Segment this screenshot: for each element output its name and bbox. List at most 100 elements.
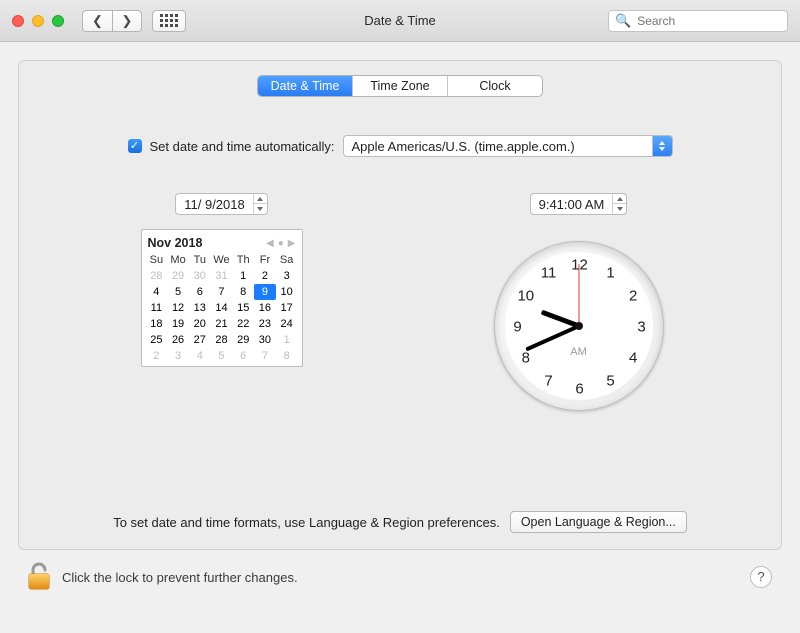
calendar-day[interactable]: 2 — [254, 268, 276, 284]
time-column: 9:41:00 AM AM 121234567891011 — [400, 193, 757, 411]
calendar-day[interactable]: 4 — [146, 284, 168, 300]
calendar-dow: Th — [232, 252, 254, 268]
calendar-day[interactable]: 14 — [211, 300, 233, 316]
calendar-header: Nov 2018 ◀ ● ▶ — [146, 234, 298, 252]
auto-time-label: Set date and time automatically: — [150, 139, 335, 154]
calendar-day[interactable]: 28 — [146, 268, 168, 284]
time-server-value: Apple Americas/U.S. (time.apple.com.) — [352, 139, 575, 154]
zoom-window-button[interactable] — [52, 15, 64, 27]
nav-back-forward: ❮ ❯ — [82, 10, 142, 32]
time-step-down[interactable] — [613, 204, 626, 214]
calendar-day[interactable]: 17 — [276, 300, 298, 316]
clock-number: 7 — [544, 372, 552, 389]
calendar-day[interactable]: 8 — [232, 284, 254, 300]
calendar-day[interactable]: 21 — [211, 316, 233, 332]
calendar-day[interactable]: 7 — [211, 284, 233, 300]
date-step-up[interactable] — [254, 194, 267, 204]
calendar-day[interactable]: 29 — [167, 268, 189, 284]
date-stepper-buttons — [253, 194, 267, 214]
calendar-day[interactable]: 20 — [189, 316, 211, 332]
calendar-dow: Sa — [276, 252, 298, 268]
calendar-prev-icon[interactable]: ◀ — [266, 238, 274, 249]
tab-date-time[interactable]: Date & Time — [258, 76, 353, 96]
clock-pivot — [575, 322, 583, 330]
clock-ampm: AM — [570, 346, 587, 358]
main-panel: Date & Time Time Zone Clock ✓ Set date a… — [18, 60, 782, 550]
calendar-day[interactable]: 23 — [254, 316, 276, 332]
close-window-button[interactable] — [12, 15, 24, 27]
calendar-day[interactable]: 9 — [254, 284, 276, 300]
date-field-value: 11/ 9/2018 — [176, 197, 252, 212]
open-language-region-button[interactable]: Open Language & Region... — [510, 511, 687, 533]
clock-number: 2 — [629, 288, 637, 305]
auto-time-checkbox[interactable]: ✓ — [128, 139, 142, 153]
calendar-day[interactable]: 16 — [254, 300, 276, 316]
calendar-day[interactable]: 27 — [189, 332, 211, 348]
calendar-day[interactable]: 3 — [167, 348, 189, 364]
time-stepper[interactable]: 9:41:00 AM — [530, 193, 628, 215]
minimize-window-button[interactable] — [32, 15, 44, 27]
calendar-day[interactable]: 25 — [146, 332, 168, 348]
calendar-day[interactable]: 30 — [254, 332, 276, 348]
clock-number: 5 — [606, 372, 614, 389]
date-stepper[interactable]: 11/ 9/2018 — [175, 193, 267, 215]
search-input[interactable] — [635, 13, 781, 29]
calendar-day[interactable]: 24 — [276, 316, 298, 332]
calendar-day[interactable]: 8 — [276, 348, 298, 364]
footer: Click the lock to prevent further change… — [0, 550, 800, 592]
calendar-day[interactable]: 28 — [211, 332, 233, 348]
clock-number: 11 — [541, 265, 557, 282]
formats-row: To set date and time formats, use Langua… — [43, 511, 757, 533]
traffic-lights — [12, 15, 64, 27]
calendar-day[interactable]: 31 — [211, 268, 233, 284]
clock-number: 9 — [513, 319, 521, 336]
formats-hint: To set date and time formats, use Langua… — [113, 515, 500, 530]
calendar-day[interactable]: 6 — [189, 284, 211, 300]
dropdown-arrow-icon — [652, 136, 672, 156]
calendar-day[interactable]: 13 — [189, 300, 211, 316]
calendar-day[interactable]: 6 — [232, 348, 254, 364]
calendar-day[interactable]: 5 — [167, 284, 189, 300]
chevron-right-icon: ❯ — [122, 13, 133, 29]
calendar-day[interactable]: 10 — [276, 284, 298, 300]
calendar-day[interactable]: 11 — [146, 300, 168, 316]
lock-icon[interactable] — [26, 562, 52, 592]
show-all-prefs-button[interactable] — [152, 10, 186, 32]
help-button[interactable]: ? — [750, 566, 772, 588]
calendar-day[interactable]: 3 — [276, 268, 298, 284]
back-button[interactable]: ❮ — [82, 10, 112, 32]
calendar-day[interactable]: 26 — [167, 332, 189, 348]
calendar-grid: SuMoTuWeThFrSa28293031123456789101112131… — [146, 252, 298, 364]
calendar-day[interactable]: 4 — [189, 348, 211, 364]
tab-time-zone[interactable]: Time Zone — [353, 76, 448, 96]
calendar-day[interactable]: 29 — [232, 332, 254, 348]
chevron-left-icon: ❮ — [92, 13, 103, 29]
calendar-next-icon[interactable]: ▶ — [288, 238, 296, 249]
calendar-day[interactable]: 19 — [167, 316, 189, 332]
calendar-day[interactable]: 7 — [254, 348, 276, 364]
calendar-day[interactable]: 22 — [232, 316, 254, 332]
calendar-day[interactable]: 12 — [167, 300, 189, 316]
calendar-day[interactable]: 15 — [232, 300, 254, 316]
calendar-today-icon[interactable]: ● — [278, 238, 284, 249]
clock-number: 6 — [575, 381, 583, 398]
calendar-day[interactable]: 1 — [232, 268, 254, 284]
clock-number: 10 — [517, 288, 534, 305]
date-column: 11/ 9/2018 Nov 2018 ◀ ● ▶ SuMoTuWeThFrSa… — [43, 193, 400, 411]
calendar-day[interactable]: 2 — [146, 348, 168, 364]
forward-button[interactable]: ❯ — [112, 10, 142, 32]
search-field-wrap[interactable]: 🔍 — [608, 10, 788, 32]
clock-number: 8 — [522, 350, 530, 367]
clock-number: 1 — [606, 265, 614, 282]
tab-clock[interactable]: Clock — [448, 76, 542, 96]
date-step-down[interactable] — [254, 204, 267, 214]
time-step-up[interactable] — [613, 194, 626, 204]
calendar-day[interactable]: 5 — [211, 348, 233, 364]
calendar-day[interactable]: 1 — [276, 332, 298, 348]
grid-icon — [160, 14, 178, 27]
time-server-select[interactable]: Apple Americas/U.S. (time.apple.com.) — [343, 135, 673, 157]
calendar-day[interactable]: 18 — [146, 316, 168, 332]
calendar-dow: Tu — [189, 252, 211, 268]
calendar-day[interactable]: 30 — [189, 268, 211, 284]
date-time-columns: 11/ 9/2018 Nov 2018 ◀ ● ▶ SuMoTuWeThFrSa… — [43, 193, 757, 411]
